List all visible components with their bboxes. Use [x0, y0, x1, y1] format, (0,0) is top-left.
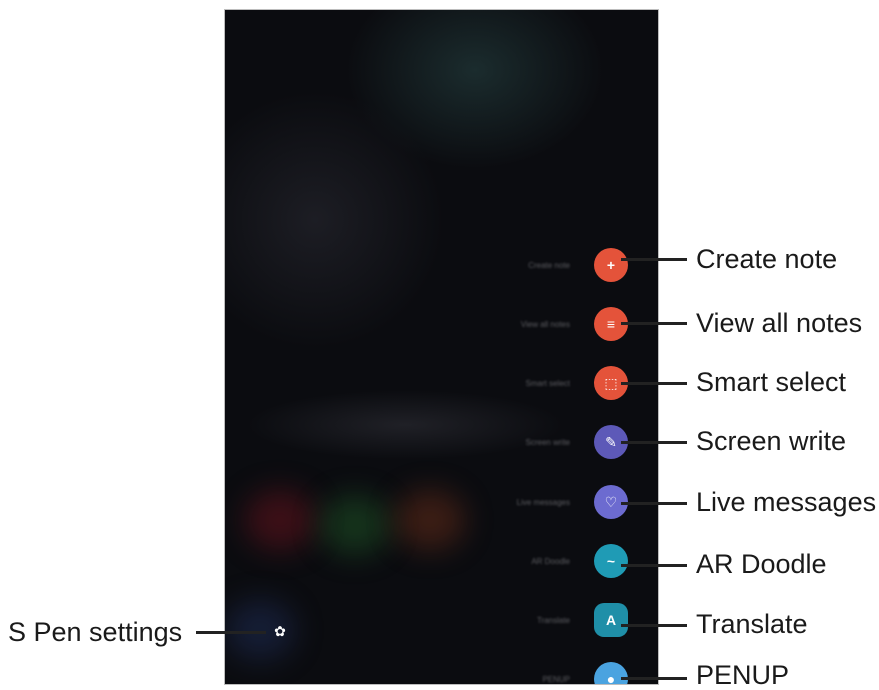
translate-icon[interactable]: A: [594, 603, 628, 637]
callout-line: [621, 322, 687, 325]
menu-item-view-all-notes[interactable]: View all notes ≡: [225, 306, 658, 346]
callout-line: [621, 502, 687, 505]
callout-translate: Translate: [696, 609, 808, 639]
callout-line: [621, 258, 687, 261]
callout-live-messages: Live messages: [696, 487, 877, 517]
callout-s-pen-settings: S Pen settings: [8, 617, 183, 647]
phone-screen: Create note + View all notes ≡ Smart sel…: [224, 9, 659, 685]
callout-smart-select: Smart select: [696, 367, 847, 397]
menu-item-penup[interactable]: PENUP ●: [225, 661, 658, 684]
menu-item-label: Smart select: [525, 379, 570, 388]
callout-line: [621, 441, 687, 444]
callout-penup: PENUP: [696, 660, 790, 690]
menu-item-live-messages[interactable]: Live messages ♡: [225, 484, 658, 524]
penup-icon[interactable]: ●: [594, 662, 628, 684]
callout-create-note: Create note: [696, 244, 838, 274]
callout-ar-doodle: AR Doodle: [696, 549, 827, 579]
menu-item-screen-write[interactable]: Screen write ✎: [225, 424, 658, 464]
menu-item-create-note[interactable]: Create note +: [225, 247, 658, 287]
callout-line: [621, 624, 687, 627]
menu-item-label: Live messages: [516, 498, 570, 507]
doodle-icon[interactable]: ~: [594, 544, 628, 578]
callout-screen-write: Screen write: [696, 426, 847, 456]
gear-icon[interactable]: ✿: [272, 623, 288, 639]
callout-line: [621, 564, 687, 567]
menu-item-label: PENUP: [542, 675, 570, 684]
menu-item-ar-doodle[interactable]: AR Doodle ~: [225, 543, 658, 583]
menu-item-label: AR Doodle: [531, 557, 570, 566]
callout-line: [621, 382, 687, 385]
menu-item-smart-select[interactable]: Smart select ⬚: [225, 365, 658, 405]
callout-line: [196, 631, 266, 634]
menu-item-label: Translate: [536, 616, 570, 625]
menu-item-label: Screen write: [525, 438, 570, 447]
callout-view-all-notes: View all notes: [696, 308, 863, 338]
callout-line: [621, 677, 687, 680]
menu-item-label: View all notes: [520, 320, 570, 329]
menu-item-label: Create note: [528, 261, 570, 270]
menu-item-translate[interactable]: Translate A: [225, 602, 658, 642]
plus-note-icon[interactable]: +: [594, 248, 628, 282]
